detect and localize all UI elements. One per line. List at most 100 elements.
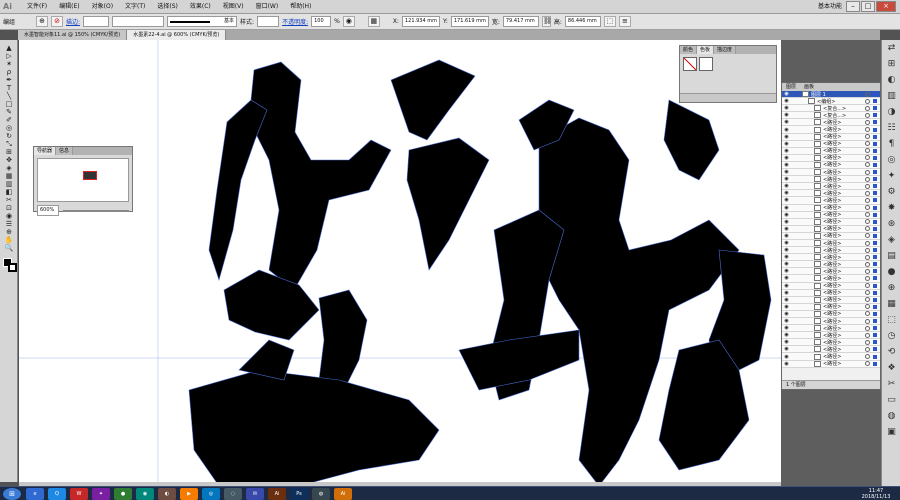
layer-name[interactable]: <路径> bbox=[823, 296, 865, 303]
panel-icon-12[interactable]: ◈ bbox=[882, 232, 900, 248]
selection-square-icon[interactable] bbox=[873, 205, 877, 210]
target-circle-icon[interactable] bbox=[865, 297, 870, 303]
navigator-view-box[interactable] bbox=[83, 171, 97, 180]
swatches-tab[interactable]: 描边度 bbox=[714, 46, 737, 54]
target-circle-icon[interactable] bbox=[865, 247, 870, 253]
menu-item-4[interactable]: 选择(S) bbox=[151, 0, 184, 14]
selection-square-icon[interactable] bbox=[873, 262, 877, 267]
visibility-eye-icon[interactable]: ◉ bbox=[782, 148, 791, 154]
swatches-tab[interactable]: 色板 bbox=[697, 46, 715, 54]
visibility-eye-icon[interactable]: ◉ bbox=[782, 354, 791, 360]
visibility-eye-icon[interactable]: ◉ bbox=[782, 162, 791, 168]
taskbar-app-icon[interactable]: Ai bbox=[334, 487, 352, 500]
layer-name[interactable]: <路径> bbox=[823, 119, 865, 126]
visibility-eye-icon[interactable]: ◉ bbox=[782, 91, 791, 97]
panel-icon-18[interactable]: ◷ bbox=[882, 328, 900, 344]
layer-name[interactable]: <路径> bbox=[823, 218, 865, 225]
recolor-icon[interactable]: ◉ bbox=[342, 16, 355, 27]
selection-square-icon[interactable] bbox=[873, 255, 877, 260]
target-circle-icon[interactable] bbox=[865, 233, 870, 239]
visibility-eye-icon[interactable]: ◉ bbox=[782, 119, 791, 125]
layer-name[interactable]: 图层 1 bbox=[811, 91, 865, 98]
tool-21-icon[interactable]: ◉ bbox=[0, 212, 18, 220]
registration-swatch[interactable] bbox=[699, 57, 713, 71]
brush-definition-field[interactable]: 基本 bbox=[167, 16, 238, 27]
target-circle-icon[interactable] bbox=[865, 318, 870, 324]
layer-name[interactable]: <路径> bbox=[823, 133, 865, 140]
target-circle-icon[interactable] bbox=[865, 105, 870, 111]
tool-23-icon[interactable]: ⊕ bbox=[0, 228, 18, 236]
selection-square-icon[interactable] bbox=[873, 241, 877, 246]
layer-name[interactable]: <路径> bbox=[823, 261, 865, 268]
menu-item-8[interactable]: 帮助(H) bbox=[284, 0, 317, 14]
tool-7-icon[interactable]: □ bbox=[0, 100, 18, 108]
target-circle-icon[interactable] bbox=[865, 290, 870, 296]
visibility-eye-icon[interactable]: ◉ bbox=[782, 325, 791, 331]
selection-square-icon[interactable] bbox=[873, 326, 877, 331]
selection-square-icon[interactable] bbox=[873, 92, 877, 97]
panel-icon-8[interactable]: ✦ bbox=[882, 168, 900, 184]
visibility-eye-icon[interactable]: ◉ bbox=[782, 261, 791, 267]
target-circle-icon[interactable] bbox=[865, 332, 870, 338]
selection-square-icon[interactable] bbox=[873, 333, 877, 338]
selection-square-icon[interactable] bbox=[873, 304, 877, 309]
panel-icon-13[interactable]: ▤ bbox=[882, 248, 900, 264]
taskbar-app-icon[interactable]: ✦ bbox=[92, 487, 110, 500]
workspace-switcher[interactable]: 基本功能 bbox=[818, 1, 842, 13]
variable-width-field[interactable] bbox=[112, 16, 165, 27]
tool-1-icon[interactable]: ▷ bbox=[0, 52, 18, 60]
layer-name[interactable]: <路径> bbox=[823, 169, 865, 176]
selection-square-icon[interactable] bbox=[873, 134, 877, 139]
maximize-button[interactable]: □ bbox=[861, 1, 875, 12]
selection-square-icon[interactable] bbox=[873, 113, 877, 118]
selection-square-icon[interactable] bbox=[873, 141, 877, 146]
target-circle-icon[interactable] bbox=[865, 119, 870, 125]
visibility-eye-icon[interactable]: ◉ bbox=[782, 219, 791, 225]
panel-icon-23[interactable]: ◍ bbox=[882, 408, 900, 424]
taskbar-app-icon[interactable]: e bbox=[26, 487, 44, 500]
selection-square-icon[interactable] bbox=[873, 162, 877, 167]
document-tab[interactable]: 水墨智能对象11.ai @ 150% (CMYK/预览) bbox=[18, 30, 128, 40]
layer-name[interactable]: <路径> bbox=[823, 289, 865, 296]
layer-name[interactable]: <路径> bbox=[823, 310, 865, 317]
panel-icon-17[interactable]: ⬚ bbox=[882, 312, 900, 328]
style-field[interactable] bbox=[257, 16, 280, 27]
taskbar-app-icon[interactable]: ● bbox=[114, 487, 132, 500]
layer-name[interactable]: <路径> bbox=[823, 353, 865, 360]
selection-square-icon[interactable] bbox=[873, 148, 877, 153]
visibility-eye-icon[interactable]: ◉ bbox=[782, 247, 791, 253]
visibility-eye-icon[interactable]: ◉ bbox=[782, 283, 791, 289]
selection-square-icon[interactable] bbox=[873, 120, 877, 125]
navigator-zoom-slider[interactable] bbox=[63, 209, 129, 212]
visibility-eye-icon[interactable]: ◉ bbox=[782, 141, 791, 147]
selection-square-icon[interactable] bbox=[873, 198, 877, 203]
layer-name[interactable]: <路径> bbox=[823, 282, 865, 289]
target-circle-icon[interactable] bbox=[865, 148, 870, 154]
layer-name[interactable]: <路径> bbox=[823, 161, 865, 168]
menu-item-1[interactable]: 编辑(E) bbox=[53, 0, 85, 14]
none-swatch[interactable] bbox=[683, 57, 697, 71]
visibility-eye-icon[interactable]: ◉ bbox=[782, 105, 791, 111]
visibility-eye-icon[interactable]: ◉ bbox=[782, 268, 791, 274]
layer-name[interactable]: <路径> bbox=[823, 232, 865, 239]
document-tab[interactable]: 水墨素22-4.ai @ 600% (CMYK/预览) bbox=[127, 30, 227, 40]
tool-0-icon[interactable]: ▲ bbox=[0, 44, 18, 52]
visibility-eye-icon[interactable]: ◉ bbox=[782, 183, 791, 189]
tool-24-icon[interactable]: ✋ bbox=[0, 236, 18, 244]
selection-square-icon[interactable] bbox=[873, 106, 877, 111]
layer-name[interactable]: <路径> bbox=[823, 183, 865, 190]
visibility-eye-icon[interactable]: ◉ bbox=[782, 112, 791, 118]
panel-icon-0[interactable]: ⇄ bbox=[882, 40, 900, 56]
visibility-eye-icon[interactable]: ◉ bbox=[782, 318, 791, 324]
selection-square-icon[interactable] bbox=[873, 212, 877, 217]
panel-icon-10[interactable]: ✸ bbox=[882, 200, 900, 216]
taskbar-app-icon[interactable]: Q bbox=[48, 487, 66, 500]
visibility-eye-icon[interactable]: ◉ bbox=[782, 190, 791, 196]
visibility-eye-icon[interactable]: ◉ bbox=[782, 134, 791, 140]
visibility-eye-icon[interactable]: ◉ bbox=[782, 332, 791, 338]
target-circle-icon[interactable] bbox=[865, 219, 870, 225]
tool-16-icon[interactable]: ▦ bbox=[0, 172, 18, 180]
tool-2-icon[interactable]: ✶ bbox=[0, 60, 18, 68]
constrain-link-icon[interactable]: ⛓ bbox=[541, 16, 552, 27]
visibility-eye-icon[interactable]: ◉ bbox=[782, 205, 791, 211]
